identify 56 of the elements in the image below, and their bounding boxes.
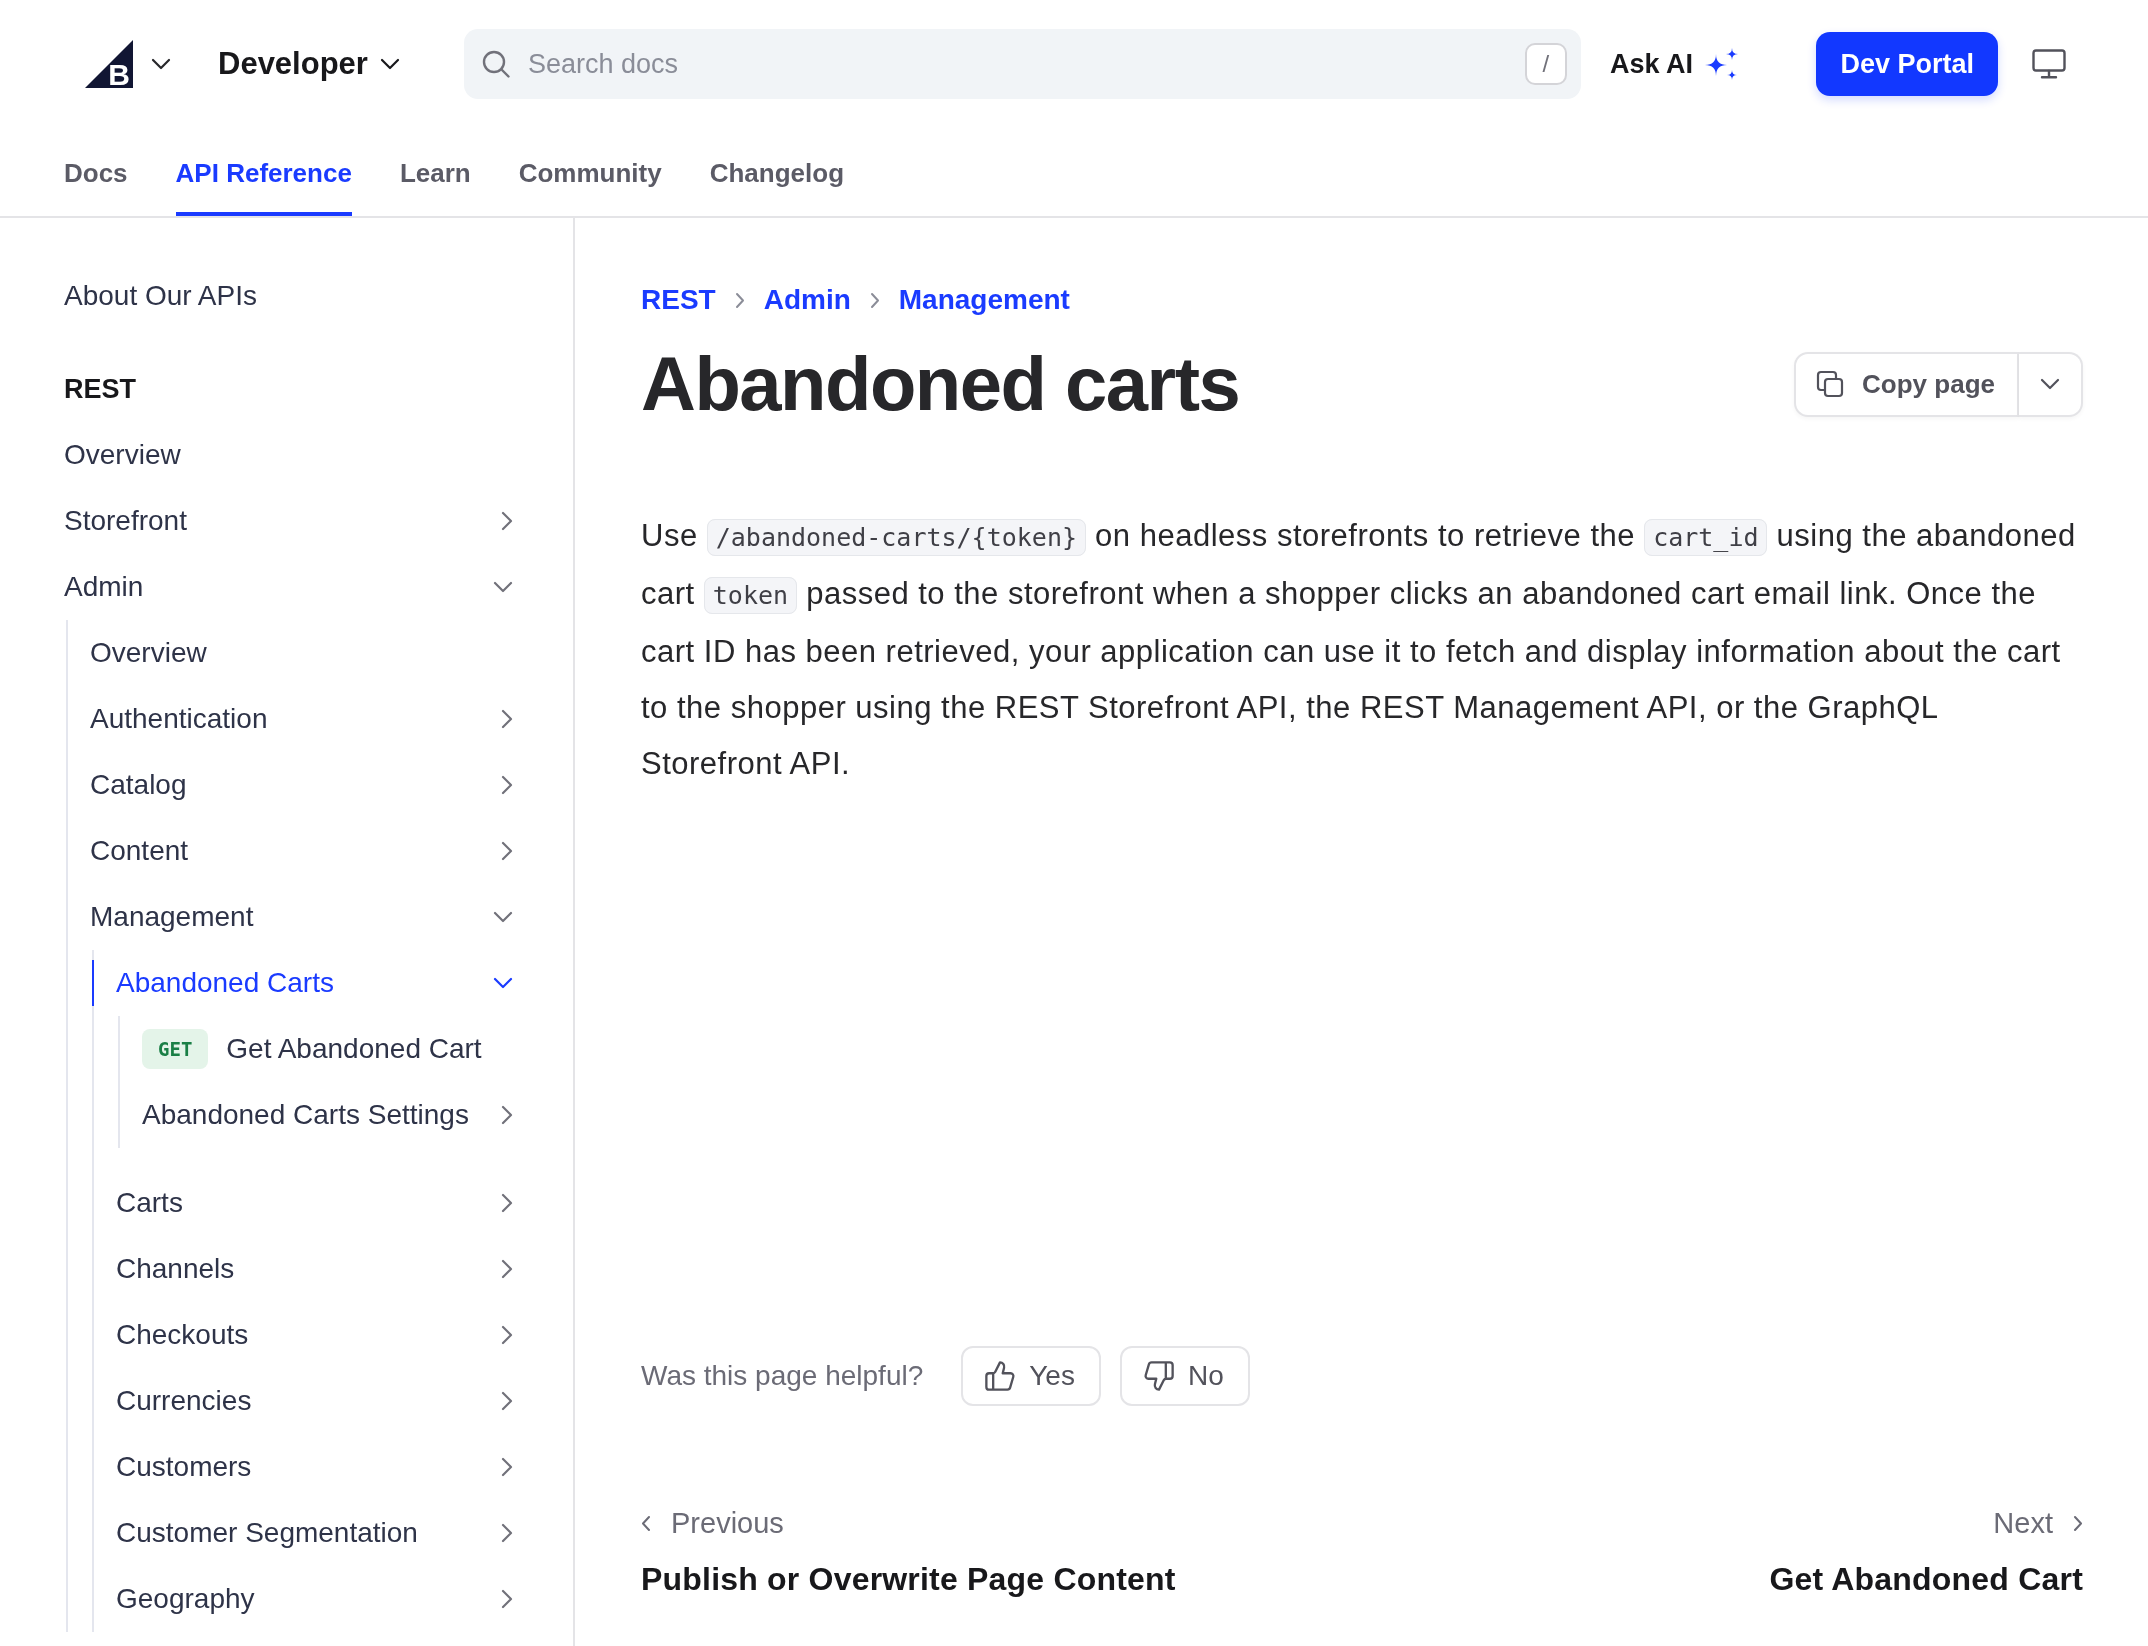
previous-link[interactable]: Previous [641,1507,1176,1540]
monitor-icon[interactable] [2032,49,2066,79]
thumbs-down-icon [1143,1361,1174,1391]
no-button[interactable]: No [1119,1346,1250,1406]
sidebar-item[interactable]: Customer Segmentation [116,1500,513,1566]
sidebar-item[interactable]: Authentication [90,686,513,752]
product-menu-button[interactable]: Developer [218,46,400,82]
sidebar-item[interactable]: Currencies [116,1368,513,1434]
sidebar-item[interactable]: About Our APIs [64,263,513,329]
chevron-down-icon [2040,378,2060,390]
nav-tab[interactable]: API Reference [175,128,352,216]
brand-menu-button[interactable]: B [85,40,171,88]
copy-icon [1816,370,1845,398]
body-paragraph: Use /abandoned-carts/{token} on headless storefronts to retrieve the cart_id using the abandoned cart token passed to the storefront when a shopper clicks an abandoned cart email link. Once the cart ID has been retrieved, your application can use it to fetch and display information about the cart to the shopper using the REST Storefront API, the REST Management API, or the GraphQL Storefront API. [641,517,2077,783]
method-badge: GET [142,1029,209,1069]
sidebar-item[interactable]: Customers [116,1434,513,1500]
sidebar-item[interactable]: GET Get Abandoned Cart [142,1016,513,1082]
sidebar-item[interactable]: Management [90,884,513,950]
nav-tab[interactable]: Learn [399,128,471,216]
nav-tab[interactable]: Community [518,128,662,216]
shortcut-key: / [1524,43,1567,85]
next-page-title[interactable]: Get Abandoned Cart [1769,1561,2083,1598]
sidebar-item[interactable]: Overview [64,422,513,488]
breadcrumb-link[interactable]: Management [898,284,1070,316]
logo-icon [85,40,133,88]
chevron-right-icon [2073,1515,2083,1532]
search-icon [481,50,510,78]
thumbs-up-icon [985,1361,1016,1391]
breadcrumb-link[interactable]: REST [641,284,716,316]
sidebar-item[interactable]: Admin [64,554,513,620]
page-title: Abandoned carts [641,341,1240,427]
sidebar-item[interactable]: Storefront [64,488,513,554]
yes-button[interactable]: Yes [961,1346,1101,1406]
sidebar-item[interactable]: Checkouts [116,1302,513,1368]
previous-page-title[interactable]: Publish or Overwrite Page Content [641,1561,1176,1598]
nav-tab[interactable]: Docs [64,128,128,216]
sidebar-item[interactable]: Channels [116,1236,513,1302]
nav-tab[interactable]: Changelog [709,128,845,216]
sidebar-item[interactable]: Content [90,818,513,884]
ask-ai-button[interactable]: Ask AI [1609,47,1739,81]
next-link[interactable]: Next [1993,1507,2083,1540]
breadcrumb-link[interactable]: Admin [763,284,851,316]
chevron-right-icon [734,291,745,309]
copy-page-button[interactable]: Copy page [1794,351,2019,417]
chevron-down-icon [151,58,171,70]
feedback-question: Was this page helpful? [641,1360,924,1392]
sidebar-item[interactable]: Geography [116,1566,513,1632]
sidebar-item[interactable]: Overview [90,620,513,686]
sidebar-heading: REST [64,372,137,406]
sidebar-item[interactable]: Catalog [90,752,513,818]
sidebar-item[interactable]: Abandoned Carts Settings [142,1082,513,1148]
dev-portal-button[interactable]: Dev Portal [1816,32,1998,96]
chevron-left-icon [641,1515,651,1532]
chevron-right-icon [869,291,880,309]
sidebar-item[interactable]: Carts [116,1170,513,1236]
chevron-down-icon [379,58,400,70]
